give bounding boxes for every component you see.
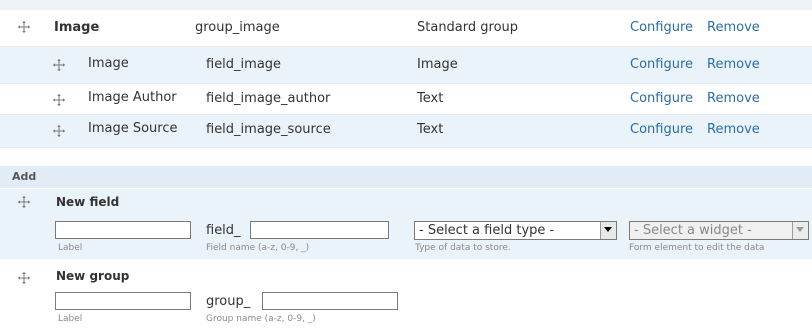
new-group-label-input[interactable]: [55, 292, 191, 310]
new-field-row: New field Label field_ Field name (a-z, …: [0, 189, 812, 259]
row-type: Text: [417, 91, 444, 106]
row-machine-name: field_image_author: [206, 91, 331, 106]
new-field-name-hint: Field name (a-z, 0-9, _): [206, 243, 310, 253]
widget-select[interactable]: - Select a widget -: [629, 221, 809, 240]
field-type-hint: Type of data to store.: [415, 243, 511, 253]
move-cross-icon[interactable]: [17, 20, 31, 34]
field-type-select-value: - Select a field type -: [419, 223, 555, 238]
new-group-name-hint: Group name (a-z, 0-9, _): [206, 314, 316, 324]
dropdown-arrow-icon[interactable]: [792, 222, 808, 239]
new-group-row: New group Label group_ Group name (a-z, …: [0, 260, 812, 331]
new-field-name-input[interactable]: [250, 221, 389, 239]
widget-hint: Form element to edit the data: [629, 243, 765, 253]
add-section-header: Add: [0, 166, 812, 188]
new-group-label-hint: Label: [58, 314, 83, 324]
table-top-strip: [0, 0, 812, 10]
table-row: Image Source field_image_source Text Con…: [0, 115, 812, 148]
table-row: Image Author field_image_author Text Con…: [0, 84, 812, 115]
row-type: Text: [417, 122, 444, 137]
move-cross-icon[interactable]: [52, 58, 66, 72]
dropdown-arrow-icon[interactable]: [600, 222, 616, 239]
row-machine-name: field_image: [206, 57, 282, 72]
new-group-title: New group: [56, 269, 130, 283]
move-cross-icon[interactable]: [52, 93, 66, 107]
new-field-label-hint: Label: [58, 243, 83, 253]
row-label: Image Source: [88, 121, 178, 136]
configure-link[interactable]: Configure: [630, 57, 693, 73]
move-cross-icon[interactable]: [17, 195, 31, 209]
field-name-prefix: field_: [206, 223, 241, 238]
row-machine-name: group_image: [195, 20, 280, 35]
row-label: Image Author: [88, 90, 177, 105]
group-name-prefix: group_: [206, 294, 251, 309]
configure-link[interactable]: Configure: [630, 91, 693, 107]
add-heading: Add: [12, 170, 37, 183]
row-label: Image: [88, 56, 129, 71]
remove-link[interactable]: Remove: [707, 57, 760, 73]
remove-link[interactable]: Remove: [707, 91, 760, 107]
table-row: Image field_image Image Configure Remove: [0, 47, 812, 84]
new-group-name-input[interactable]: [262, 292, 398, 310]
row-label: Image: [54, 20, 100, 35]
remove-link[interactable]: Remove: [707, 20, 760, 36]
table-row: Image group_image Standard group Configu…: [0, 10, 812, 47]
move-cross-icon[interactable]: [52, 124, 66, 138]
field-type-select[interactable]: - Select a field type -: [414, 221, 617, 240]
new-field-title: New field: [56, 195, 120, 209]
widget-select-value: - Select a widget -: [634, 223, 752, 238]
row-type: Standard group: [417, 20, 519, 35]
configure-link[interactable]: Configure: [630, 122, 693, 138]
row-type: Image: [417, 57, 458, 72]
new-field-label-input[interactable]: [55, 221, 191, 239]
row-machine-name: field_image_source: [206, 122, 331, 137]
remove-link[interactable]: Remove: [707, 122, 760, 138]
configure-link[interactable]: Configure: [630, 20, 693, 36]
move-cross-icon[interactable]: [17, 271, 31, 285]
